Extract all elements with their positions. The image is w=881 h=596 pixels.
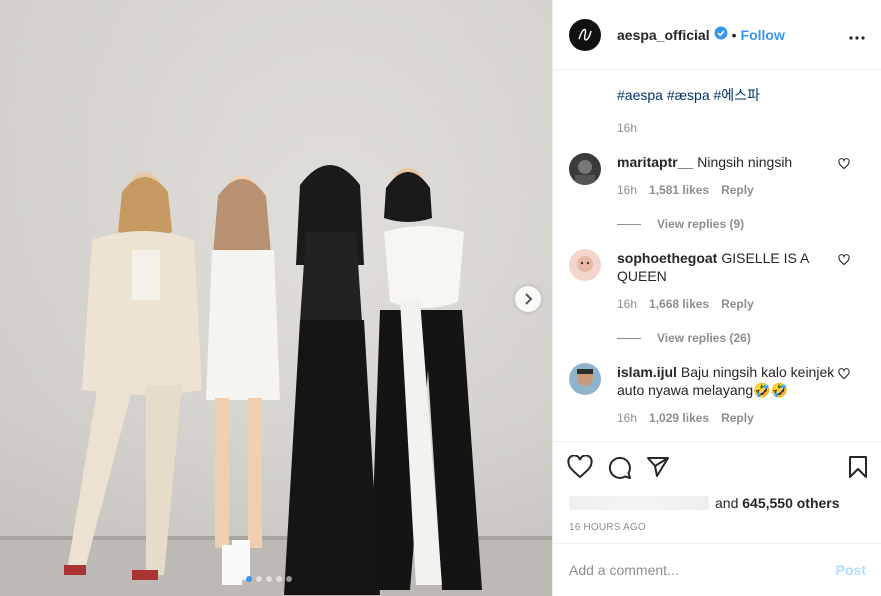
comment-item: islam.ijul Baju ningsih kalo keinjek auto… — [569, 363, 866, 425]
commenter-avatar[interactable] — [569, 363, 601, 395]
add-comment-form: Post — [553, 543, 881, 596]
comment-time[interactable]: 16h — [617, 183, 637, 197]
bookmark-icon[interactable] — [848, 455, 868, 479]
post-comment-button[interactable]: Post — [836, 562, 866, 578]
next-slide-button[interactable] — [515, 286, 541, 312]
carousel-dots — [246, 576, 292, 582]
reply-button[interactable]: Reply — [721, 297, 754, 311]
comment-input[interactable] — [569, 562, 836, 578]
heart-icon[interactable] — [838, 253, 850, 269]
more-options-icon[interactable] — [849, 27, 865, 43]
heart-icon[interactable] — [838, 367, 850, 383]
view-replies-button[interactable]: View replies (9) — [617, 217, 866, 231]
person-white-top — [370, 168, 482, 590]
verified-badge-icon — [714, 26, 728, 43]
reply-button[interactable]: Reply — [721, 411, 754, 425]
view-replies-label: View replies (26) — [657, 331, 751, 345]
comment-time[interactable]: 16h — [617, 297, 637, 311]
reply-button[interactable]: Reply — [721, 183, 754, 197]
comment-username[interactable]: islam.ijul — [617, 364, 677, 380]
person-black-gown — [284, 165, 380, 595]
aespa-logo-icon — [578, 28, 592, 41]
view-replies-label: View replies (9) — [657, 217, 745, 231]
commenter-avatar[interactable] — [569, 153, 601, 185]
comments-list[interactable]: #aespa #æspa #에스파 16h maritaptr__ Ningsih… — [553, 71, 881, 441]
likes-summary[interactable]: and 645,550 others — [553, 492, 881, 514]
post-side-panel: aespa_official • Follow #aespa #æspa #에스… — [552, 0, 881, 596]
carousel-dot[interactable] — [286, 576, 292, 582]
photo-figures — [64, 165, 482, 595]
comment-username[interactable]: maritaptr__ — [617, 154, 693, 170]
caption-hashtags[interactable]: #aespa #æspa #에스파 — [617, 85, 866, 105]
carousel-dot[interactable] — [246, 576, 252, 582]
comment-likes[interactable]: 1,581 likes — [649, 183, 709, 197]
caption-time: 16h — [617, 121, 638, 135]
replies-divider — [617, 337, 641, 339]
share-paper-plane-icon[interactable] — [646, 455, 670, 479]
post-actions-section: and 645,550 others 16 HOURS AGO — [553, 441, 881, 533]
commenter-avatar[interactable] — [569, 249, 601, 281]
carousel-dot[interactable] — [276, 576, 282, 582]
comment-time[interactable]: 16h — [617, 411, 637, 425]
like-heart-icon[interactable] — [567, 455, 593, 479]
likes-count[interactable]: 645,550 others — [742, 495, 839, 511]
action-bar — [553, 442, 881, 492]
chevron-right-icon — [525, 293, 533, 305]
comment-text: Ningsih ningsih — [697, 154, 793, 170]
person-cream-suit — [64, 172, 202, 580]
account-username[interactable]: aespa_official — [617, 27, 710, 43]
comment-bubble-icon[interactable] — [607, 455, 632, 480]
comment-username[interactable]: sophoethegoat — [617, 250, 717, 266]
comment-likes[interactable]: 1,029 likes — [649, 411, 709, 425]
person-white-dress — [206, 175, 280, 585]
post-header: aespa_official • Follow — [553, 0, 881, 70]
follow-button[interactable]: Follow — [741, 27, 785, 43]
likes-prefix: and — [715, 495, 739, 511]
liked-by-blurred — [569, 496, 709, 510]
separator-bullet: • — [731, 26, 737, 43]
view-replies-button[interactable]: View replies (26) — [617, 331, 866, 345]
comment-item: maritaptr__ Ningsih ningsih 16h 1,581 lik… — [569, 153, 866, 197]
replies-divider — [617, 223, 641, 225]
post-timestamp: 16 HOURS AGO — [569, 522, 646, 533]
post-photo[interactable] — [0, 0, 552, 596]
comment-item: sophoethegoat GISELLE IS A QUEEN 16h 1,66… — [569, 249, 866, 311]
comment-likes[interactable]: 1,668 likes — [649, 297, 709, 311]
carousel-dot[interactable] — [266, 576, 272, 582]
carousel-dot[interactable] — [256, 576, 262, 582]
account-avatar[interactable] — [569, 18, 601, 51]
heart-icon[interactable] — [838, 157, 850, 173]
